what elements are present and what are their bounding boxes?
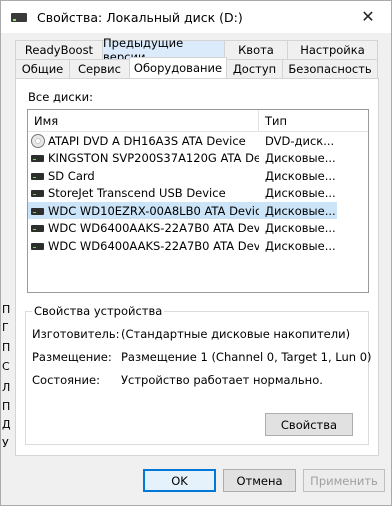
- hard-drive-icon: [31, 169, 45, 183]
- cancel-button[interactable]: Отмена: [223, 469, 296, 492]
- drive-icon: [11, 10, 29, 24]
- disk-name-cell: WDC WD6400AAKS-22A7B0 ATA Device: [28, 220, 259, 237]
- tab-customize[interactable]: Настройка: [287, 40, 378, 59]
- background-window-fragment: Л: [2, 381, 11, 394]
- background-window-fragment: П: [2, 303, 11, 316]
- disk-name: SD Card: [48, 168, 95, 183]
- properties-dialog: Свойства: Локальный диск (D:) ✕ ReadyBoo…: [0, 0, 392, 506]
- disk-type-cell: Дисковые...: [259, 202, 337, 220]
- tab-quota[interactable]: Квота: [224, 40, 288, 59]
- tab-row-bottom: Общие Сервис Оборудование Доступ Безопас…: [15, 57, 378, 78]
- manufacturer-value: (Стандартные дисковые накопители): [121, 327, 351, 341]
- apply-button[interactable]: Применить: [303, 469, 385, 492]
- hard-drive-icon: [31, 151, 45, 165]
- location-value: Размещение 1 (Channel 0, Target 1, Lun 0…: [121, 350, 372, 364]
- close-button[interactable]: ✕: [353, 3, 383, 29]
- window-title: Свойства: Локальный диск (D:): [37, 9, 243, 25]
- status-label: Состояние:: [32, 373, 100, 387]
- disk-type-cell: DVD-диск...: [265, 133, 335, 148]
- disk-list[interactable]: Имя Тип ATAPI DVD A DH16A3S ATA Device DV…: [27, 109, 369, 293]
- disk-name-cell: StoreJet Transcend USB Device: [28, 185, 259, 202]
- ok-button[interactable]: OK: [143, 469, 216, 492]
- disk-name-cell: WDC WD6400AAKS-22A7B0 ATA Device: [28, 237, 259, 254]
- disk-name: ATAPI DVD A DH16A3S ATA Device: [48, 133, 246, 148]
- disk-name-cell: KINGSTON SVP200S37A120G ATA De...: [28, 150, 259, 167]
- background-window-fragment: П: [2, 400, 11, 413]
- list-header: Имя Тип: [28, 110, 368, 132]
- disk-type-cell: Дисковые...: [265, 168, 336, 183]
- disk-name-cell: SD Card: [28, 167, 259, 184]
- hard-drive-icon: [31, 204, 45, 218]
- disk-list-row[interactable]: WDC WD10EZRX-00A8LB0 ATA Device Дисковые.…: [28, 202, 368, 220]
- disk-name: WDC WD10EZRX-00A8LB0 ATA Device: [48, 203, 259, 218]
- disk-list-row[interactable]: ATAPI DVD A DH16A3S ATA Device DVD-диск..…: [28, 132, 368, 150]
- disk-name: WDC WD6400AAKS-22A7B0 ATA Device: [48, 238, 259, 253]
- status-value: Устройство работает нормально.: [121, 373, 323, 387]
- hard-drive-icon: [31, 221, 45, 235]
- disk-list-row[interactable]: WDC WD6400AAKS-22A7B0 ATA Device Дисковые…: [28, 220, 368, 238]
- disk-type-cell: Дисковые...: [265, 151, 336, 166]
- close-icon: ✕: [361, 6, 375, 26]
- disk-type-cell: Дисковые...: [265, 221, 336, 236]
- tab-hardware[interactable]: Оборудование: [129, 57, 227, 78]
- disk-name-cell: ATAPI DVD A DH16A3S ATA Device: [28, 132, 259, 149]
- tab-general[interactable]: Общие: [15, 59, 70, 78]
- all-disks-label: Все диски:: [28, 90, 93, 104]
- disk-list-row[interactable]: WDC WD6400AAKS-22A7B0 ATA Device Дисковые…: [28, 237, 368, 255]
- background-window-fragment: Д: [2, 418, 11, 431]
- column-header-name[interactable]: Имя: [28, 110, 259, 131]
- disk-list-row[interactable]: KINGSTON SVP200S37A120G ATA De... Дисковы…: [28, 150, 368, 168]
- tab-tools[interactable]: Сервис: [69, 59, 130, 78]
- disk-list-row[interactable]: SD Card Дисковые...: [28, 167, 368, 185]
- tab-readyboost[interactable]: ReadyBoost: [15, 40, 103, 59]
- dvd-drive-icon: [31, 133, 45, 148]
- background-window-fragment: Г: [2, 321, 9, 334]
- tab-security[interactable]: Безопасность: [282, 59, 378, 78]
- tab-sharing[interactable]: Доступ: [226, 59, 283, 78]
- hard-drive-icon: [31, 239, 45, 253]
- hard-drive-icon: [31, 186, 45, 200]
- title-bar[interactable]: Свойства: Локальный диск (D:) ✕: [1, 1, 391, 33]
- disk-type-cell: Дисковые...: [265, 186, 336, 201]
- background-window-fragment: П: [2, 341, 11, 354]
- column-header-type[interactable]: Тип: [259, 110, 337, 131]
- disk-name: WDC WD6400AAKS-22A7B0 ATA Device: [48, 221, 259, 236]
- location-label: Размещение:: [32, 350, 112, 364]
- background-window-fragment: С: [2, 360, 10, 373]
- device-properties-title: Свойства устройства: [32, 304, 165, 318]
- disk-name-cell: WDC WD10EZRX-00A8LB0 ATA Device: [28, 202, 259, 220]
- disk-name: StoreJet Transcend USB Device: [48, 186, 226, 201]
- manufacturer-label: Изготовитель:: [32, 327, 120, 341]
- background-window-fragment: У: [2, 437, 9, 450]
- disk-list-row[interactable]: StoreJet Transcend USB Device Дисковые...: [28, 185, 368, 203]
- properties-button[interactable]: Свойства: [265, 413, 353, 436]
- disk-name: KINGSTON SVP200S37A120G ATA De...: [48, 151, 259, 166]
- disk-type-cell: Дисковые...: [265, 238, 336, 253]
